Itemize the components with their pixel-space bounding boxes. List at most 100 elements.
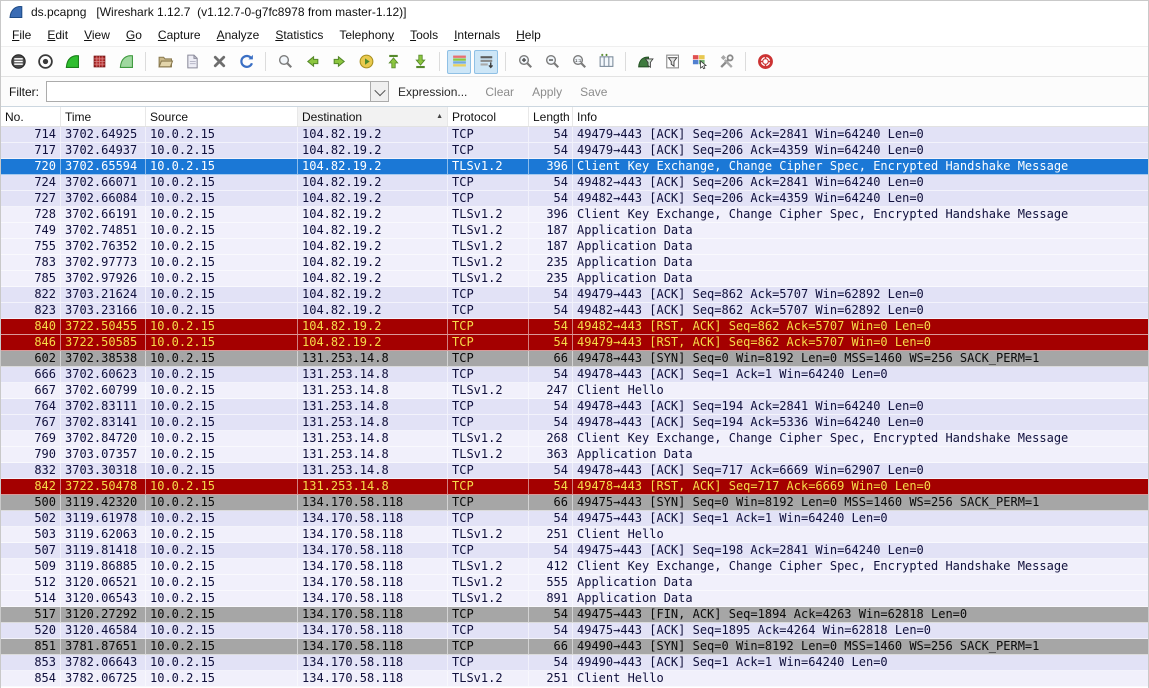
menu-statistics[interactable]: Statistics: [267, 25, 331, 45]
packet-row[interactable]: 7693702.8472010.0.2.15131.253.14.8TLSv1.…: [1, 431, 1148, 447]
packet-row[interactable]: 7273702.6608410.0.2.15104.82.19.2TCP5449…: [1, 191, 1148, 207]
packet-row[interactable]: 8423722.5047810.0.2.15131.253.14.8TCP544…: [1, 479, 1148, 495]
save-button[interactable]: Save: [571, 85, 616, 99]
packet-row[interactable]: 8403722.5045510.0.2.15104.82.19.2TCP5449…: [1, 319, 1148, 335]
close-file-icon[interactable]: [207, 50, 231, 74]
column-header-no[interactable]: No.: [1, 107, 61, 126]
menu-help[interactable]: Help: [508, 25, 549, 45]
reload-icon[interactable]: [234, 50, 258, 74]
capture-options-icon[interactable]: [33, 50, 57, 74]
cell-length: 396: [529, 159, 573, 174]
packet-row[interactable]: 7853702.9792610.0.2.15104.82.19.2TLSv1.2…: [1, 271, 1148, 287]
packet-row[interactable]: 5093119.8688510.0.2.15134.170.58.118TLSv…: [1, 559, 1148, 575]
menu-edit[interactable]: Edit: [39, 25, 76, 45]
cell-length: 363: [529, 447, 573, 462]
packet-row[interactable]: 7493702.7485110.0.2.15104.82.19.2TLSv1.2…: [1, 223, 1148, 239]
go-bottom-icon[interactable]: [408, 50, 432, 74]
column-header-info[interactable]: Info: [573, 107, 1148, 126]
go-back-icon[interactable]: [300, 50, 324, 74]
packet-row[interactable]: 5203120.4658410.0.2.15134.170.58.118TCP5…: [1, 623, 1148, 639]
packet-row[interactable]: 6023702.3853810.0.2.15131.253.14.8TCP664…: [1, 351, 1148, 367]
packet-row[interactable]: 5003119.4232010.0.2.15134.170.58.118TCP6…: [1, 495, 1148, 511]
list-interfaces-icon[interactable]: [6, 50, 30, 74]
column-header-length[interactable]: Length: [529, 107, 573, 126]
packet-row[interactable]: 8233703.2316610.0.2.15104.82.19.2TCP5449…: [1, 303, 1148, 319]
cell-no: 783: [1, 255, 61, 270]
menu-view[interactable]: View: [76, 25, 118, 45]
packet-row[interactable]: 8543782.0672510.0.2.15134.170.58.118TLSv…: [1, 671, 1148, 687]
menu-go[interactable]: Go: [118, 25, 150, 45]
open-file-icon[interactable]: [153, 50, 177, 74]
cell-no: 714: [1, 127, 61, 142]
filter-input[interactable]: [47, 82, 370, 101]
coloring-rules-icon[interactable]: [687, 50, 711, 74]
packet-row[interactable]: 7673702.8314110.0.2.15131.253.14.8TCP544…: [1, 415, 1148, 431]
filter-dropdown-button[interactable]: [370, 82, 388, 101]
column-header-protocol[interactable]: Protocol: [448, 107, 529, 126]
display-filters-icon[interactable]: [660, 50, 684, 74]
menu-capture[interactable]: Capture: [150, 25, 209, 45]
go-to-packet-icon[interactable]: [354, 50, 378, 74]
packet-row[interactable]: 6673702.6079910.0.2.15131.253.14.8TLSv1.…: [1, 383, 1148, 399]
cell-time: 3782.06643: [61, 655, 146, 670]
column-header-destination[interactable]: Destination▲: [298, 107, 448, 126]
packet-row[interactable]: 7283702.6619110.0.2.15104.82.19.2TLSv1.2…: [1, 207, 1148, 223]
packet-row[interactable]: 5023119.6197810.0.2.15134.170.58.118TCP5…: [1, 511, 1148, 527]
column-header-source[interactable]: Source: [146, 107, 298, 126]
packet-row[interactable]: 8463722.5058510.0.2.15104.82.19.2TCP5449…: [1, 335, 1148, 351]
apply-button[interactable]: Apply: [523, 85, 571, 99]
cell-destination: 104.82.19.2: [298, 175, 448, 190]
find-packet-icon[interactable]: [273, 50, 297, 74]
packet-row[interactable]: 7203702.6559410.0.2.15104.82.19.2TLSv1.2…: [1, 159, 1148, 175]
menu-file[interactable]: File: [4, 25, 39, 45]
clear-button[interactable]: Clear: [476, 85, 523, 99]
packet-row[interactable]: 7143702.6492510.0.2.15104.82.19.2TCP5449…: [1, 127, 1148, 143]
preferences-icon[interactable]: [714, 50, 738, 74]
cell-no: 727: [1, 191, 61, 206]
packet-row[interactable]: 5033119.6206310.0.2.15134.170.58.118TLSv…: [1, 527, 1148, 543]
packet-row[interactable]: 8533782.0664310.0.2.15134.170.58.118TCP5…: [1, 655, 1148, 671]
go-top-icon[interactable]: [381, 50, 405, 74]
menu-telephony[interactable]: Telephony: [331, 25, 402, 45]
restart-capture-icon[interactable]: [114, 50, 138, 74]
packet-row[interactable]: 7833702.9777310.0.2.15104.82.19.2TLSv1.2…: [1, 255, 1148, 271]
column-header-time[interactable]: Time: [61, 107, 146, 126]
menu-tools[interactable]: Tools: [402, 25, 446, 45]
save-file-icon[interactable]: [180, 50, 204, 74]
packet-row[interactable]: 5173120.2729210.0.2.15134.170.58.118TCP5…: [1, 607, 1148, 623]
packet-row[interactable]: 5073119.8141810.0.2.15134.170.58.118TCP5…: [1, 543, 1148, 559]
cell-source: 10.0.2.15: [146, 495, 298, 510]
packet-row[interactable]: 7903703.0735710.0.2.15131.253.14.8TLSv1.…: [1, 447, 1148, 463]
packet-row[interactable]: 6663702.6062310.0.2.15131.253.14.8TCP544…: [1, 367, 1148, 383]
start-capture-icon[interactable]: [60, 50, 84, 74]
menu-analyze[interactable]: Analyze: [209, 25, 268, 45]
autoscroll-icon[interactable]: [474, 50, 498, 74]
cell-info: 49475→443 [ACK] Seq=198 Ack=2841 Win=642…: [573, 543, 1148, 558]
zoom-out-icon[interactable]: [540, 50, 564, 74]
packet-row[interactable]: 5143120.0654310.0.2.15134.170.58.118TLSv…: [1, 591, 1148, 607]
cell-destination: 104.82.19.2: [298, 287, 448, 302]
packet-row[interactable]: 7643702.8311110.0.2.15131.253.14.8TCP544…: [1, 399, 1148, 415]
stop-capture-icon[interactable]: [87, 50, 111, 74]
cell-no: 755: [1, 239, 61, 254]
go-forward-icon[interactable]: [327, 50, 351, 74]
expression-button[interactable]: Expression...: [389, 85, 476, 99]
help-icon[interactable]: [753, 50, 777, 74]
cell-destination: 104.82.19.2: [298, 271, 448, 286]
cell-time: 3702.66191: [61, 207, 146, 222]
zoom-100-icon[interactable]: 1:1: [567, 50, 591, 74]
packet-row[interactable]: 5123120.0652110.0.2.15134.170.58.118TLSv…: [1, 575, 1148, 591]
colorize-icon[interactable]: [447, 50, 471, 74]
packet-row[interactable]: 8513781.8765110.0.2.15134.170.58.118TCP6…: [1, 639, 1148, 655]
packet-row[interactable]: 7173702.6493710.0.2.15104.82.19.2TCP5449…: [1, 143, 1148, 159]
packet-row[interactable]: 8223703.2162410.0.2.15104.82.19.2TCP5449…: [1, 287, 1148, 303]
capture-filters-icon[interactable]: [633, 50, 657, 74]
cell-source: 10.0.2.15: [146, 527, 298, 542]
resize-columns-icon[interactable]: [594, 50, 618, 74]
menu-internals[interactable]: Internals: [446, 25, 508, 45]
packet-row[interactable]: 7553702.7635210.0.2.15104.82.19.2TLSv1.2…: [1, 239, 1148, 255]
packet-row[interactable]: 7243702.6607110.0.2.15104.82.19.2TCP5449…: [1, 175, 1148, 191]
zoom-in-icon[interactable]: [513, 50, 537, 74]
packet-row[interactable]: 8323703.3031810.0.2.15131.253.14.8TCP544…: [1, 463, 1148, 479]
filter-combobox[interactable]: [46, 81, 389, 102]
